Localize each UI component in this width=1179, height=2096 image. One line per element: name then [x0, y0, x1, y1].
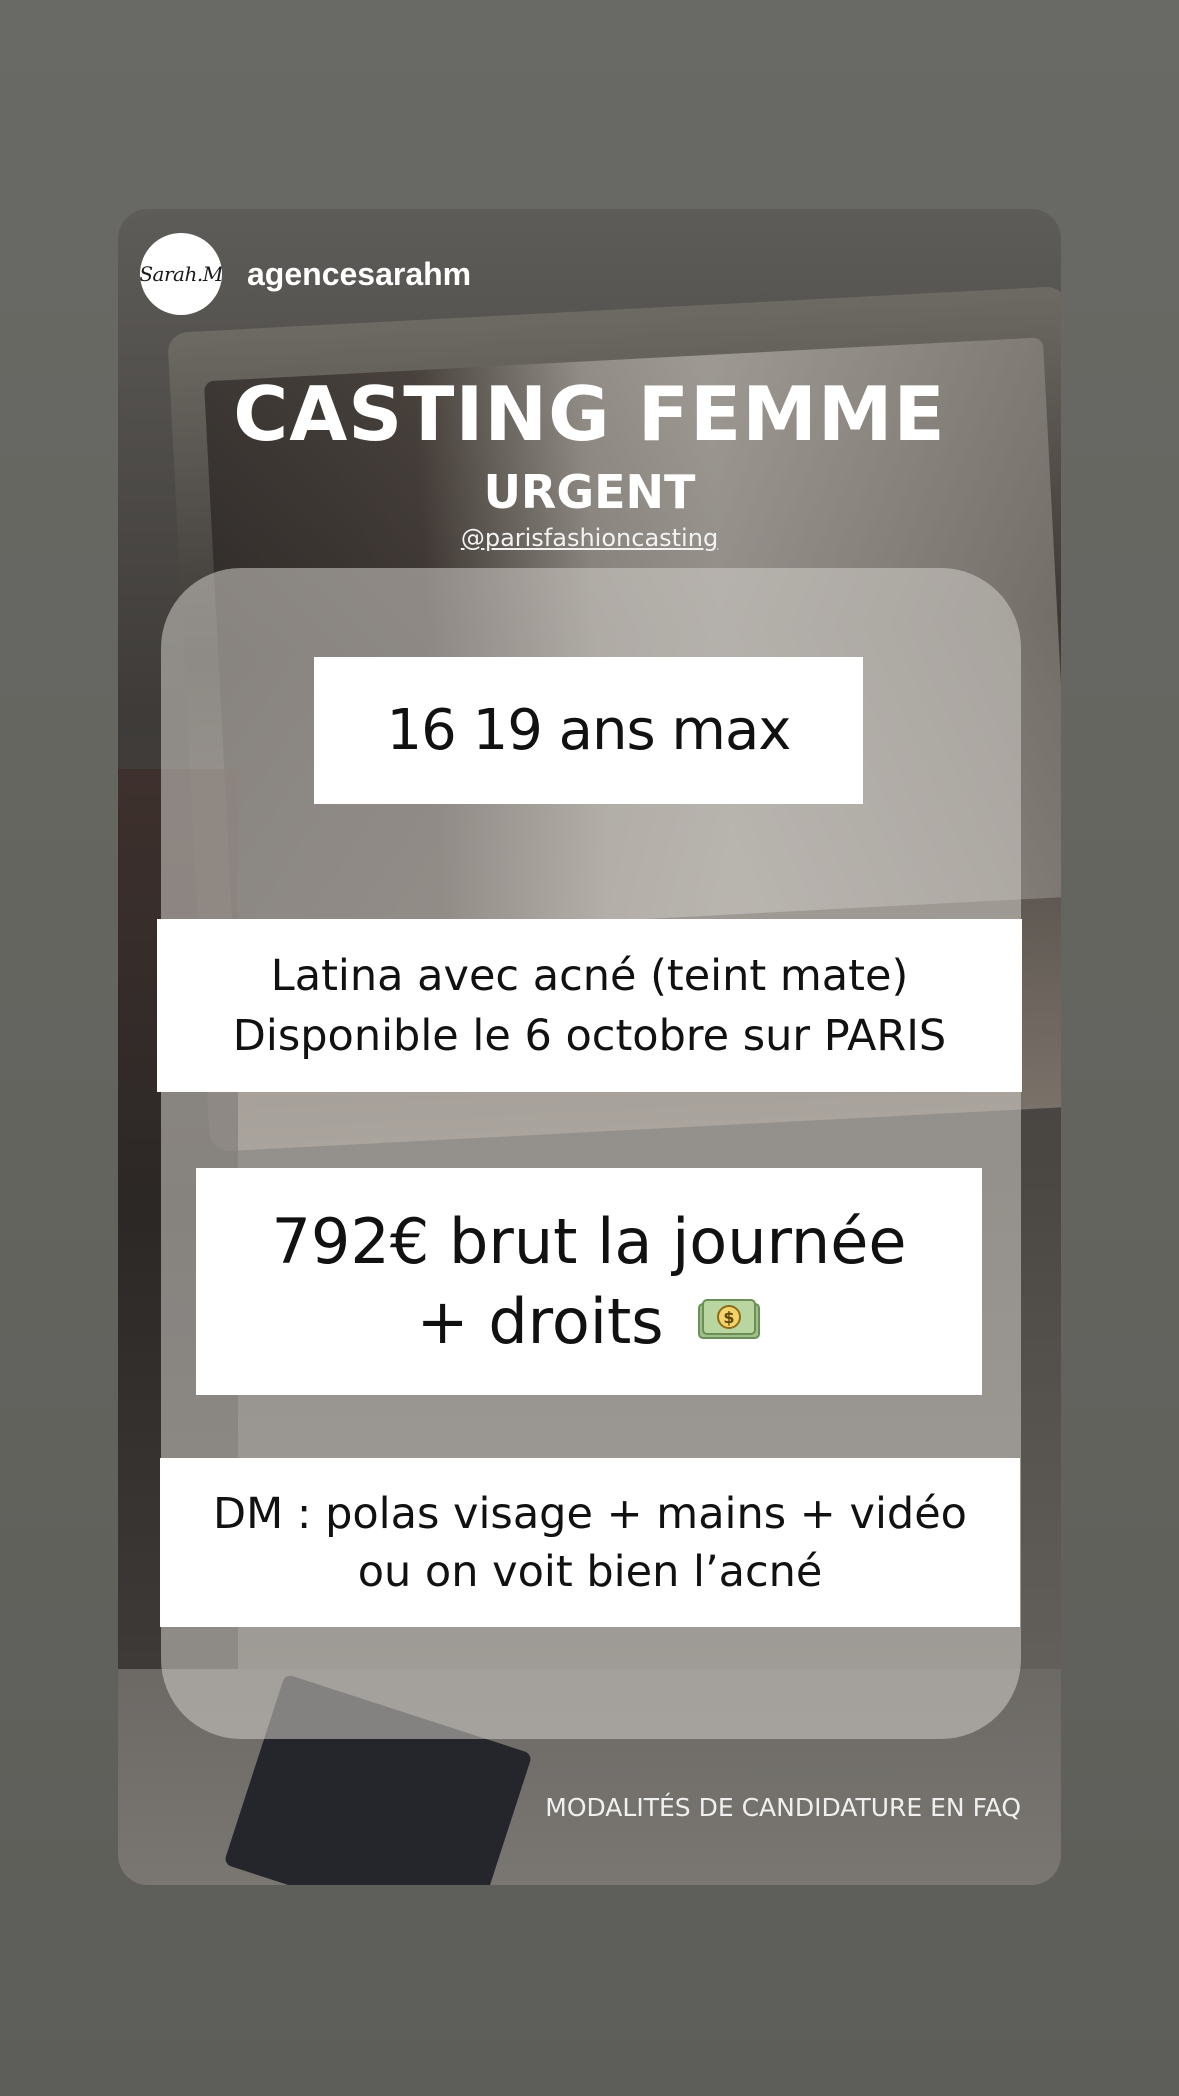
story-header: Sarah.M agencesarahm — [140, 232, 471, 316]
age-box: 16 19 ans max — [314, 657, 863, 804]
pay-line-2-wrap: + droits $ — [417, 1282, 762, 1362]
dm-line-1: DM : polas visage + mains + vidéo — [213, 1488, 967, 1539]
profile-line-2: Disponible le 6 octobre sur PARIS — [232, 1010, 947, 1061]
svg-text:$: $ — [724, 1308, 735, 1327]
age-text: 16 19 ans max — [386, 698, 792, 763]
profile-box: Latina avec acné (teint mate) Disponible… — [157, 919, 1022, 1092]
mention-link[interactable]: @parisfashioncasting — [118, 523, 1061, 553]
money-bill-icon: $ — [698, 1299, 761, 1340]
pay-line-2: + droits — [416, 1284, 664, 1358]
username[interactable]: agencesarahm — [247, 256, 471, 293]
avatar[interactable]: Sarah.M — [140, 233, 222, 315]
page: Sarah.M agencesarahm CASTING FEMME URGEN… — [0, 0, 1179, 2096]
pay-line-1: 792€ brut la journée — [271, 1204, 907, 1278]
post-subtitle: URGENT — [483, 465, 696, 519]
pay-box: 792€ brut la journée + droits $ — [196, 1168, 982, 1395]
avatar-logo-text: Sarah.M — [140, 262, 222, 286]
story-card[interactable]: Sarah.M agencesarahm CASTING FEMME URGEN… — [118, 209, 1061, 1885]
footer-note: MODALITÉS DE CANDIDATURE EN FAQ — [545, 1793, 1021, 1822]
profile-line-1: Latina avec acné (teint mate) — [270, 950, 909, 1001]
dm-box: DM : polas visage + mains + vidéo ou on … — [160, 1458, 1020, 1627]
dm-line-2: ou on voit bien l’acné — [357, 1546, 823, 1597]
post-title: CASTING FEMME — [233, 370, 946, 458]
